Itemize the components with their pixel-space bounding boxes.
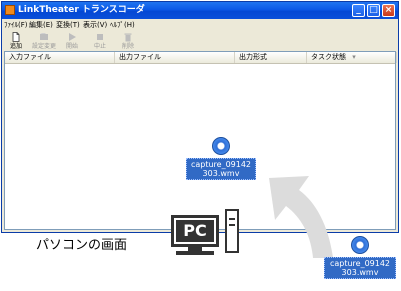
delete-button[interactable]: 削除 — [116, 32, 140, 50]
column-output-file[interactable]: 出力ファイル — [115, 52, 235, 63]
window-title: LinkTheater トランスコーダ — [18, 5, 145, 15]
menu-bar: ﾌｧｲﾙ(F) 編集(E) 変換(T) 表示(V) ﾍﾙﾌﾟ(H) — [2, 19, 398, 31]
title-bar[interactable]: LinkTheater トランスコーダ _ □ × — [2, 2, 398, 19]
settings-icon — [40, 33, 48, 40]
desktop-file-name-1: capture_09142 — [329, 259, 391, 268]
trash-icon — [124, 33, 132, 42]
pc-label: PC — [176, 220, 214, 242]
pc-base — [176, 251, 214, 255]
media-file-icon — [212, 137, 230, 155]
menu-view[interactable]: 表示(V) — [83, 19, 107, 31]
close-button[interactable]: × — [382, 4, 395, 17]
menu-file[interactable]: ﾌｧｲﾙ(F) — [4, 19, 28, 31]
pc-tower-icon — [225, 209, 239, 253]
stop-label: 中止 — [93, 43, 106, 50]
column-task-status-label: タスク状態 — [311, 53, 346, 61]
start-button[interactable]: 開始 — [60, 32, 84, 50]
toolbar: 追加 設定変更 開始 中止 削除 — [2, 31, 398, 51]
desktop-file[interactable]: capture_09142 303.wmv — [324, 236, 396, 279]
pc-caption: パソコンの画面 — [36, 238, 128, 253]
settings-button[interactable]: 設定変更 — [32, 32, 56, 50]
menu-edit[interactable]: 編集(E) — [29, 19, 53, 31]
desktop-file-label: capture_09142 303.wmv — [324, 257, 396, 279]
pc-monitor-icon: PC — [171, 215, 219, 247]
dragged-file-name-1: capture_09142 — [190, 160, 252, 169]
stop-icon — [97, 34, 103, 40]
add-file-icon — [12, 32, 20, 42]
desktop-file-name-2: 303.wmv — [341, 268, 379, 277]
add-button[interactable]: 追加 — [4, 32, 28, 50]
add-label: 追加 — [9, 43, 22, 50]
maximize-button[interactable]: □ — [367, 4, 380, 17]
sort-arrow-icon: ▾ — [352, 53, 356, 61]
app-icon — [5, 5, 15, 15]
media-file-icon — [351, 236, 369, 254]
dragged-file[interactable]: capture_09142 303.wmv — [186, 137, 256, 180]
menu-convert[interactable]: 変換(T) — [56, 19, 80, 31]
list-header: 入力ファイル 出力ファイル 出力形式 タスク状態 ▾ — [5, 52, 397, 64]
delete-label: 削除 — [121, 43, 134, 50]
settings-label: 設定変更 — [32, 43, 57, 50]
column-input-file[interactable]: 入力ファイル — [5, 52, 115, 63]
column-task-status[interactable]: タスク状態 ▾ — [307, 52, 397, 63]
dragged-file-label: capture_09142 303.wmv — [186, 158, 256, 180]
minimize-button[interactable]: _ — [352, 4, 365, 17]
start-label: 開始 — [65, 43, 78, 50]
play-icon — [69, 33, 76, 41]
stop-button[interactable]: 中止 — [88, 32, 112, 50]
dragged-file-name-2: 303.wmv — [202, 169, 240, 178]
menu-help[interactable]: ﾍﾙﾌﾟ(H) — [110, 19, 135, 31]
column-output-format[interactable]: 出力形式 — [235, 52, 307, 63]
